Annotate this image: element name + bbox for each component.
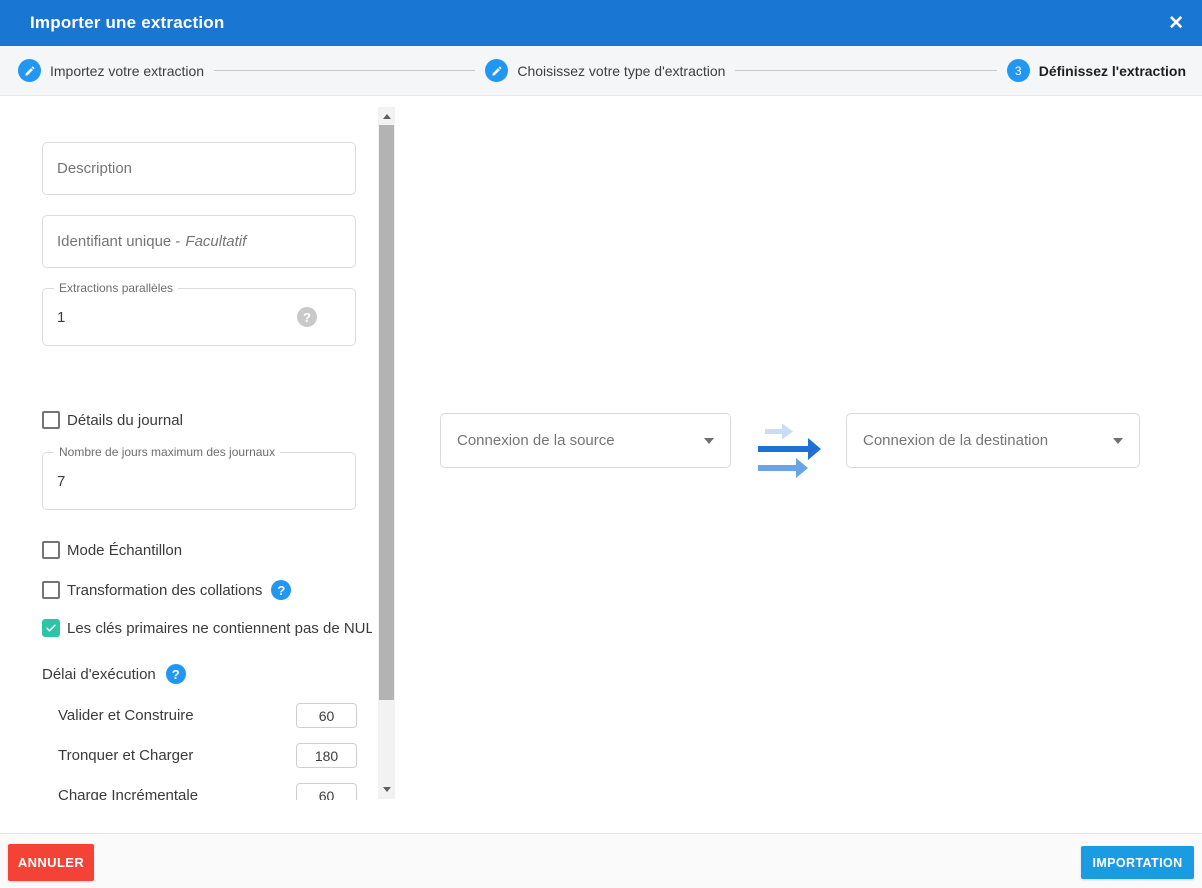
identifier-placeholder: Identifiant unique -	[57, 233, 180, 250]
unique-identifier-input[interactable]: Identifiant unique - Facultatif	[42, 215, 356, 268]
help-icon[interactable]: ?	[271, 580, 291, 600]
parallel-extractions-value: 1	[57, 309, 65, 326]
checkbox-checked-icon	[42, 619, 60, 637]
checkbox-collation-transform[interactable]: Transformation des collations ?	[42, 580, 291, 600]
checkbox-sample-mode[interactable]: Mode Échantillon	[42, 541, 182, 559]
checkbox-unchecked-icon	[42, 581, 60, 599]
identifier-placeholder-optional: Facultatif	[185, 233, 246, 250]
checkbox-unchecked-icon	[42, 541, 60, 559]
step-connector	[214, 70, 475, 71]
timeout-incremental-value: 60	[319, 788, 335, 801]
destination-connection-placeholder: Connexion de la destination	[863, 432, 1048, 449]
step-2-label: Choisissez votre type d'extraction	[517, 63, 725, 79]
cancel-button[interactable]: ANNULER	[8, 844, 94, 881]
form-scrollbar[interactable]	[378, 107, 395, 799]
dialog-header: Importer une extraction ✕	[0, 0, 1202, 46]
step-1-import[interactable]: Importez votre extraction	[18, 59, 204, 82]
chevron-down-icon	[1113, 438, 1123, 444]
import-button[interactable]: IMPORTATION	[1081, 846, 1194, 879]
step-2-type[interactable]: Choisissez votre type d'extraction	[485, 59, 725, 82]
timeout-incremental-input[interactable]: 60	[296, 783, 357, 800]
step-1-label: Importez votre extraction	[50, 63, 204, 79]
timeout-truncate-label: Tronquer et Charger	[58, 743, 193, 768]
timeout-truncate-value: 180	[315, 748, 338, 764]
source-connection-placeholder: Connexion de la source	[457, 432, 615, 449]
execution-timeout-label: Délai d'exécution	[42, 666, 156, 683]
max-journal-days-value: 7	[57, 473, 65, 490]
timeout-validate-value: 60	[319, 708, 335, 724]
help-icon[interactable]: ?	[297, 307, 317, 327]
timeout-truncate-input[interactable]: 180	[296, 743, 357, 768]
checkbox-pk-not-null-label: Les clés primaires ne contiennent pas de…	[67, 620, 372, 637]
execution-timeout-section: Délai d'exécution ?	[42, 664, 186, 684]
scroll-down-arrow-icon[interactable]	[378, 782, 395, 796]
parallel-extractions-input[interactable]: Extractions parallèles 1 ?	[42, 288, 356, 346]
step-connector	[735, 70, 996, 71]
checkbox-pk-not-null[interactable]: Les clés primaires ne contiennent pas de…	[42, 619, 372, 637]
scrollbar-thumb[interactable]	[379, 125, 394, 700]
close-icon[interactable]: ✕	[1168, 14, 1184, 33]
dialog-title: Importer une extraction	[30, 13, 224, 33]
description-placeholder: Description	[57, 160, 132, 177]
source-connection-select[interactable]: Connexion de la source	[440, 413, 731, 468]
checkbox-journal-details-label: Détails du journal	[67, 412, 183, 429]
max-journal-days-label: Nombre de jours maximum des journaux	[54, 445, 280, 459]
chevron-down-icon	[704, 438, 714, 444]
dialog-footer: ANNULER IMPORTATION	[0, 833, 1202, 888]
checkbox-sample-mode-label: Mode Échantillon	[67, 542, 182, 559]
timeout-validate-input[interactable]: 60	[296, 703, 357, 728]
pencil-icon	[485, 59, 508, 82]
destination-connection-select[interactable]: Connexion de la destination	[846, 413, 1140, 468]
scroll-up-arrow-icon[interactable]	[378, 109, 395, 123]
timeout-incremental-label: Charge Incrémentale	[58, 783, 198, 800]
timeout-validate-label: Valider et Construire	[58, 703, 194, 728]
parallel-extractions-label: Extractions parallèles	[54, 281, 178, 295]
checkbox-unchecked-icon	[42, 411, 60, 429]
checkbox-collation-transform-label: Transformation des collations	[67, 582, 262, 599]
extraction-form-panel: Description Identifiant unique - Faculta…	[0, 96, 372, 800]
max-journal-days-input[interactable]: Nombre de jours maximum des journaux 7	[42, 452, 356, 510]
checkbox-journal-details[interactable]: Détails du journal	[42, 411, 183, 429]
step-3-define[interactable]: 3 Définissez l'extraction	[1007, 59, 1186, 82]
step-3-label: Définissez l'extraction	[1039, 63, 1186, 79]
pencil-icon	[18, 59, 41, 82]
description-input[interactable]: Description	[42, 142, 356, 195]
data-transfer-arrows-icon	[757, 420, 823, 482]
step-3-number: 3	[1007, 59, 1030, 82]
help-icon[interactable]: ?	[166, 664, 186, 684]
stepper: Importez votre extraction Choisissez vot…	[0, 46, 1202, 96]
